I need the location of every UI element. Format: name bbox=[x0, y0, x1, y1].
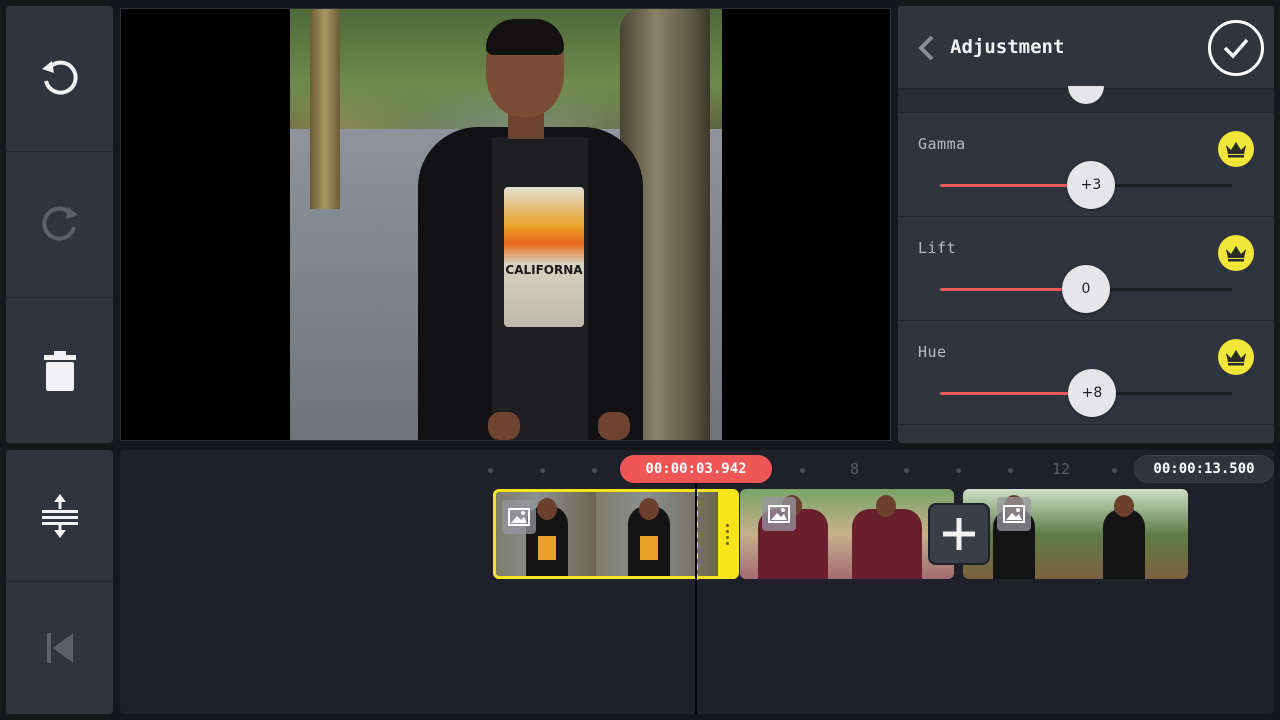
undo-icon bbox=[41, 60, 78, 95]
add-clip-button[interactable] bbox=[930, 505, 988, 563]
confirm-button[interactable] bbox=[1208, 20, 1264, 76]
ruler-tick bbox=[540, 468, 545, 473]
ruler-tick bbox=[1008, 468, 1013, 473]
image-icon bbox=[997, 497, 1031, 531]
video-preview[interactable]: CALIFORNA bbox=[120, 8, 891, 441]
timeline-clip-2[interactable] bbox=[740, 489, 954, 579]
crown-icon[interactable] bbox=[1218, 131, 1254, 167]
split-icon bbox=[41, 493, 78, 538]
gamma-slider-knob[interactable]: +3 bbox=[1067, 161, 1115, 209]
adjust-row-hue: Hue +8 bbox=[898, 320, 1274, 424]
timeline-clip-3[interactable] bbox=[963, 489, 1188, 579]
clip-frame bbox=[496, 492, 596, 576]
check-icon bbox=[1223, 38, 1249, 59]
ruler-tick bbox=[1112, 468, 1117, 473]
ruler-tick bbox=[592, 468, 597, 473]
total-duration-badge: 00:00:13.500 bbox=[1134, 455, 1274, 483]
crown-icon[interactable] bbox=[1218, 235, 1254, 271]
image-icon bbox=[502, 500, 536, 534]
image-icon bbox=[762, 497, 796, 531]
delete-button[interactable] bbox=[6, 297, 113, 443]
adjust-label: Hue bbox=[918, 343, 947, 361]
clip-frame bbox=[1063, 489, 1188, 579]
skip-to-start-button[interactable] bbox=[6, 581, 113, 714]
clip-frame bbox=[596, 492, 718, 576]
panel-header: Adjustment bbox=[898, 6, 1274, 90]
edit-tools-panel bbox=[6, 6, 113, 443]
adjust-row-next bbox=[898, 424, 1274, 443]
adjust-row-lift: Lift 0 bbox=[898, 216, 1274, 320]
preview-photo: CALIFORNA bbox=[290, 9, 722, 440]
ruler-tick bbox=[904, 468, 909, 473]
timeline[interactable]: 8 12 00:00:03.942 00:00:13.500 bbox=[120, 450, 1274, 714]
adjustment-panel: Adjustment Gamma +3 Lift 0 Hue +8 bbox=[898, 6, 1274, 443]
panel-title: Adjustment bbox=[950, 36, 1065, 58]
redo-icon bbox=[41, 206, 78, 241]
hue-slider-knob[interactable]: +8 bbox=[1068, 369, 1116, 417]
timeline-clip-1[interactable] bbox=[493, 489, 739, 579]
crown-icon[interactable] bbox=[1218, 339, 1254, 375]
chevron-left-icon bbox=[918, 35, 934, 61]
skip-to-start-icon bbox=[46, 633, 73, 663]
trash-icon bbox=[43, 350, 76, 391]
ruler-tick bbox=[800, 468, 805, 473]
shirt-print-text: CALIFORNA bbox=[505, 263, 583, 277]
split-button[interactable] bbox=[6, 450, 113, 581]
adjust-label: Gamma bbox=[918, 135, 966, 153]
timeline-tools-panel bbox=[6, 450, 113, 714]
person-figure: CALIFORNA bbox=[418, 17, 643, 440]
undo-button[interactable] bbox=[6, 6, 113, 151]
clip-frame bbox=[740, 489, 830, 579]
partial-slider-knob[interactable] bbox=[1068, 86, 1104, 104]
current-time-badge[interactable]: 00:00:03.942 bbox=[620, 455, 772, 483]
ruler-label: 12 bbox=[1052, 460, 1071, 478]
clip-trim-handle[interactable] bbox=[718, 492, 736, 576]
ruler-tick bbox=[956, 468, 961, 473]
plus-icon bbox=[943, 518, 975, 550]
back-button[interactable] bbox=[912, 34, 940, 62]
ruler-label: 8 bbox=[850, 460, 860, 478]
playhead[interactable] bbox=[695, 484, 697, 714]
ruler-tick bbox=[488, 468, 493, 473]
redo-button[interactable] bbox=[6, 151, 113, 297]
adjust-row-gamma: Gamma +3 bbox=[898, 112, 1274, 216]
adjust-label: Lift bbox=[918, 239, 957, 257]
lift-slider-knob[interactable]: 0 bbox=[1062, 265, 1110, 313]
